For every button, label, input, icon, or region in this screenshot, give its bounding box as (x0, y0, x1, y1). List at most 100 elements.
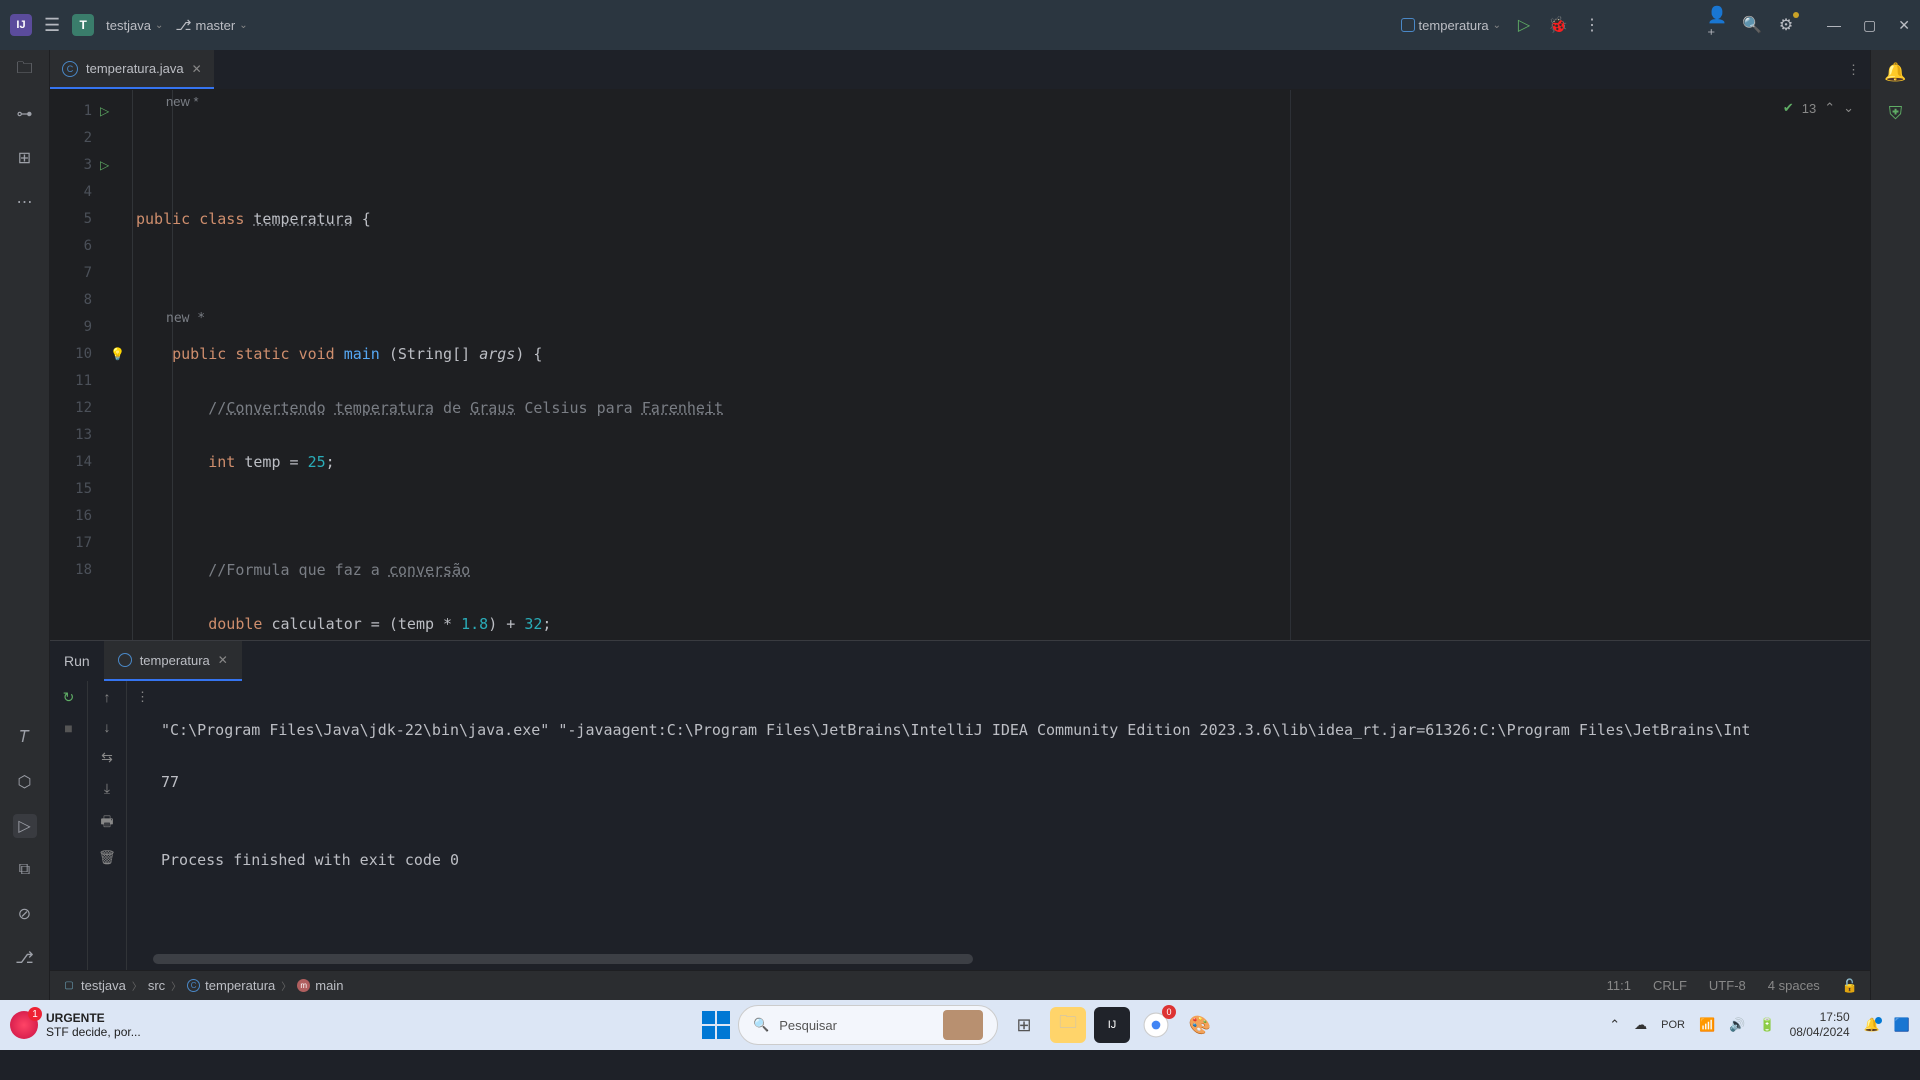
run-line-icon[interactable]: ▷ (100, 152, 130, 179)
editor-tabs: C temperatura.java ✕ ⋮ (50, 50, 1870, 90)
volume-icon[interactable]: 🔊 (1729, 1017, 1745, 1033)
inlay-hint: new * (166, 94, 199, 109)
project-dropdown[interactable]: testjava ⌄ (106, 18, 163, 33)
stop-button[interactable]: ■ (64, 720, 72, 736)
more-console-icon[interactable]: ⋮ (132, 681, 153, 970)
commit-tool-icon[interactable]: ⊶ (13, 102, 37, 126)
intention-bulb-icon[interactable]: 💡 (110, 341, 130, 368)
main-menu-icon[interactable]: ☰ (44, 15, 60, 36)
start-button[interactable] (702, 1011, 730, 1039)
taskbar-search[interactable]: 🔍 Pesquisar (738, 1005, 998, 1045)
debug-button[interactable]: 🐞 (1547, 14, 1569, 36)
breadcrumb[interactable]: mmain (297, 978, 343, 993)
left-tool-rail: 🗀 ⊶ ⊞ ⋯ 𝑇 ⬡ ▷ ⧉ ⊘ ⎇ (0, 50, 50, 1000)
problems-tool-icon[interactable]: ⊘ (13, 902, 37, 926)
line-separator[interactable]: CRLF (1653, 978, 1687, 994)
git-tool-icon[interactable]: ⎇ (13, 946, 37, 970)
minimize-button[interactable]: — (1827, 17, 1841, 34)
copilot-icon[interactable]: 🟦 (1894, 1017, 1910, 1033)
close-tab-icon[interactable]: ✕ (192, 62, 202, 76)
horizontal-scrollbar[interactable] (153, 954, 973, 964)
run-tool-window: Run temperatura ✕ ↻ ■ ↑ ↓ ⇆ ⤓ 🖶 (50, 640, 1870, 970)
code-with-me-icon[interactable]: 👤⁺ (1707, 14, 1729, 36)
more-actions-icon[interactable]: ⋮ (1581, 14, 1603, 36)
breadcrumb[interactable]: src (148, 978, 165, 993)
check-icon: ✔ (1783, 100, 1794, 116)
rerun-button[interactable]: ↻ (63, 689, 75, 706)
file-encoding[interactable]: UTF-8 (1709, 978, 1746, 994)
news-title: URGENTE (46, 1011, 141, 1025)
project-name-label: testjava (106, 18, 151, 33)
project-tool-icon[interactable]: 🗀 (13, 58, 37, 82)
run-config-dropdown[interactable]: temperatura ⌄ (1401, 18, 1501, 33)
settings-icon[interactable]: ⚙ (1775, 14, 1797, 36)
branch-dropdown[interactable]: ⎇ master ⌄ (175, 17, 247, 34)
run-config-label: temperatura (1419, 18, 1489, 33)
onedrive-icon[interactable]: ☁ (1634, 1017, 1647, 1033)
run-button[interactable]: ▷ (1513, 14, 1535, 36)
soft-wrap-icon[interactable]: ⇆ (101, 749, 113, 766)
breadcrumb[interactable]: Ctemperatura (187, 978, 275, 993)
search-highlight-icon (943, 1010, 983, 1040)
battery-icon[interactable]: 🔋 (1759, 1017, 1775, 1033)
scroll-to-end-icon[interactable]: ⤓ (104, 780, 110, 797)
class-file-icon: C (62, 61, 78, 77)
run-config-tab-label: temperatura (140, 653, 210, 668)
run-config-icon (1401, 18, 1415, 32)
language-icon[interactable]: POR (1661, 1019, 1685, 1031)
titlebar: IJ ☰ T testjava ⌄ ⎇ master ⌄ temperatura… (0, 0, 1920, 50)
run-toolbar: ↻ ■ (50, 681, 88, 970)
run-toolbar-secondary: ↑ ↓ ⇆ ⤓ 🖶 🗑 (88, 681, 126, 970)
shield-icon[interactable]: ⛨ (1889, 103, 1903, 124)
line-number-gutter: 123 456 789 101112 131415 161718 (50, 90, 100, 640)
intellij-taskbar-icon[interactable]: IJ (1094, 1007, 1130, 1043)
project-badge: T (72, 14, 94, 36)
taskbar-widgets[interactable]: URGENTE STF decide, por... (10, 1011, 141, 1039)
bookmarks-tool-icon[interactable]: 𝑇 (13, 726, 37, 750)
services-tool-icon[interactable]: ⬡ (13, 770, 37, 794)
news-subtitle: STF decide, por... (46, 1025, 141, 1039)
inspection-widget[interactable]: ✔ 13 ⌃ ⌄ (1783, 100, 1854, 116)
run-config-icon (118, 653, 132, 667)
file-explorer-icon[interactable]: 🗀 (1050, 1007, 1086, 1043)
tab-more-icon[interactable]: ⋮ (1847, 62, 1860, 78)
clear-all-icon[interactable]: 🗑 (98, 849, 116, 866)
more-tool-icon[interactable]: ⋯ (13, 190, 37, 214)
right-tool-rail: 🔔 ⛨ (1870, 50, 1920, 1000)
run-line-icon[interactable]: ▷ (100, 98, 130, 125)
clock[interactable]: 17:50 08/04/2024 (1790, 1010, 1850, 1040)
wifi-icon[interactable]: 📶 (1699, 1017, 1715, 1033)
code-editor[interactable]: 123 456 789 101112 131415 161718 ▷ ▷ 💡 p… (50, 90, 1870, 640)
task-view-icon[interactable]: ⊞ (1006, 1007, 1042, 1043)
indent-settings[interactable]: 4 spaces (1768, 978, 1820, 994)
notification-bell-icon[interactable]: 🔔 (1864, 1017, 1880, 1033)
branch-label: master (195, 18, 235, 33)
chrome-icon[interactable]: 0 (1138, 1007, 1174, 1043)
close-tab-icon[interactable]: ✕ (218, 653, 228, 667)
readonly-toggle-icon[interactable]: 🔓 (1842, 978, 1858, 994)
print-icon[interactable]: 🖶 (100, 811, 113, 835)
down-stack-icon[interactable]: ↓ (104, 719, 111, 735)
run-tool-icon[interactable]: ▷ (13, 814, 37, 838)
console-output[interactable]: "C:\Program Files\Java\jdk-22\bin\java.e… (153, 681, 1870, 970)
terminal-tool-icon[interactable]: ⧉ (13, 858, 37, 882)
file-tab[interactable]: C temperatura.java ✕ (50, 50, 214, 89)
prev-highlight-icon[interactable]: ⌃ (1824, 100, 1835, 116)
notifications-tool-icon[interactable]: 🔔 (1884, 62, 1906, 83)
code-content[interactable]: public class temperatura { new * public … (130, 90, 1870, 640)
chevron-down-icon: ⌄ (155, 20, 163, 31)
close-button[interactable]: ✕ (1898, 17, 1910, 34)
run-config-tab[interactable]: temperatura ✕ (104, 641, 242, 681)
news-icon (10, 1011, 38, 1039)
maximize-button[interactable]: ▢ (1863, 17, 1876, 34)
tray-chevron-icon[interactable]: ⌃ (1609, 1017, 1620, 1033)
next-highlight-icon[interactable]: ⌄ (1843, 100, 1854, 116)
up-stack-icon[interactable]: ↑ (104, 689, 111, 705)
caret-position[interactable]: 11:1 (1607, 978, 1631, 994)
breadcrumb[interactable]: ▢testjava (62, 978, 126, 993)
structure-tool-icon[interactable]: ⊞ (13, 146, 37, 170)
paint-icon[interactable]: 🎨 (1182, 1007, 1218, 1043)
search-everywhere-icon[interactable]: 🔍 (1741, 14, 1763, 36)
chevron-down-icon: ⌄ (239, 20, 247, 31)
gutter-icons: ▷ ▷ 💡 (100, 90, 130, 640)
